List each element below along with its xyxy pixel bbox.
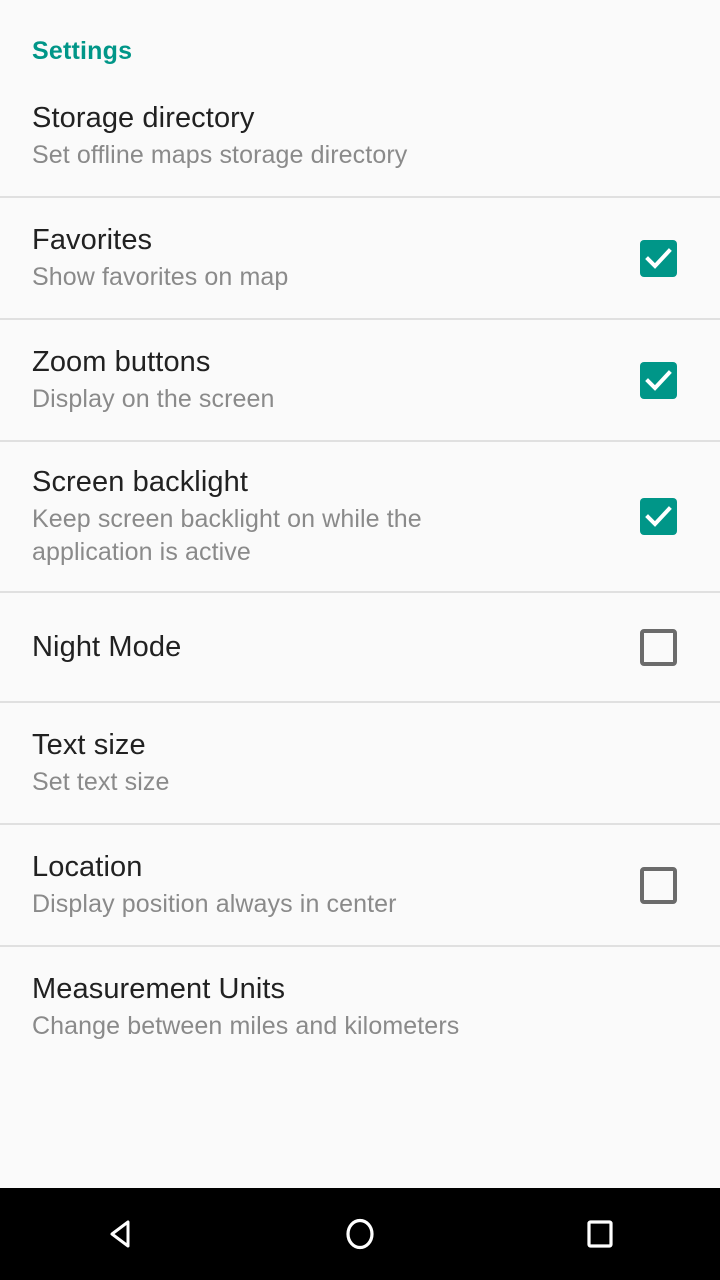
section-header-settings: Settings — [32, 37, 133, 65]
pref-text: Screen backlight Keep screen backlight o… — [32, 442, 616, 591]
pref-widget — [628, 628, 688, 666]
pref-title: Screen backlight — [32, 466, 248, 498]
pref-widget — [628, 498, 688, 535]
check-icon — [644, 369, 672, 391]
checkbox-zoom-buttons[interactable] — [639, 361, 677, 399]
pref-widget — [628, 361, 688, 399]
pref-row-storage-directory[interactable]: Storage directory Set offline maps stora… — [0, 76, 720, 196]
circle-icon — [346, 1218, 374, 1250]
pref-text: Location Display position always in cent… — [32, 827, 616, 943]
checkbox-screen-backlight[interactable] — [639, 498, 677, 535]
square-icon — [587, 1220, 613, 1248]
pref-row-zoom-buttons[interactable]: Zoom buttons Display on the screen — [0, 320, 720, 440]
pref-row-location[interactable]: Location Display position always in cent… — [0, 825, 720, 945]
checkbox-favorites[interactable] — [639, 239, 677, 277]
android-navigation-bar — [0, 1188, 720, 1280]
settings-list[interactable]: Settings Storage directory Set offline m… — [0, 0, 720, 1188]
check-icon — [644, 506, 672, 527]
pref-summary: Keep screen backlight on while the appli… — [32, 505, 422, 566]
pref-title: Storage directory — [32, 102, 255, 134]
pref-text: Night Mode — [32, 607, 616, 687]
nav-home-button[interactable] — [280, 1188, 440, 1280]
pref-row-screen-backlight[interactable]: Screen backlight Keep screen backlight o… — [0, 442, 720, 591]
pref-text: Zoom buttons Display on the screen — [32, 322, 616, 438]
pref-widget — [628, 239, 688, 277]
pref-text: Favorites Show favorites on map — [32, 200, 616, 316]
pref-summary: Show favorites on map — [32, 263, 289, 291]
pref-row-text-size[interactable]: Text size Set text size — [0, 703, 720, 823]
pref-title: Favorites — [32, 224, 153, 256]
pref-title: Zoom buttons — [32, 346, 211, 378]
pref-summary: Change between miles and kilometers — [32, 1012, 460, 1040]
pref-text: Storage directory Set offline maps stora… — [32, 78, 688, 194]
pref-summary: Display on the screen — [32, 385, 275, 413]
pref-title: Night Mode — [32, 631, 182, 663]
pref-widget — [628, 866, 688, 904]
pref-row-favorites[interactable]: Favorites Show favorites on map — [0, 198, 720, 318]
pref-title: Measurement Units — [32, 973, 286, 1005]
pref-text: Text size Set text size — [32, 705, 688, 821]
pref-title: Location — [32, 851, 143, 883]
checkbox-night-mode[interactable] — [639, 628, 677, 666]
check-icon — [644, 247, 672, 269]
pref-row-measurement-units[interactable]: Measurement Units Change between miles a… — [0, 947, 720, 1067]
pref-summary: Set text size — [32, 768, 170, 796]
nav-back-button[interactable] — [40, 1188, 200, 1280]
triangle-left-icon — [110, 1220, 130, 1248]
checkbox-location[interactable] — [639, 866, 677, 904]
pref-row-night-mode[interactable]: Night Mode — [0, 593, 720, 701]
pref-title: Text size — [32, 729, 146, 761]
pref-text: Measurement Units Change between miles a… — [32, 949, 688, 1065]
pref-summary: Set offline maps storage directory — [32, 141, 408, 169]
settings-screen: Settings Storage directory Set offline m… — [0, 0, 720, 1280]
pref-summary: Display position always in center — [32, 890, 397, 918]
nav-recents-button[interactable] — [520, 1188, 680, 1280]
